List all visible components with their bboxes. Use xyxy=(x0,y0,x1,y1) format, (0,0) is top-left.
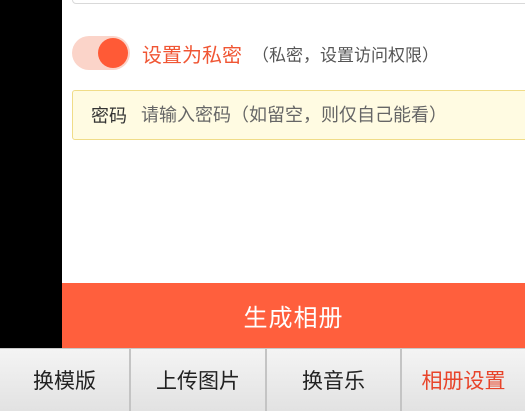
password-input[interactable] xyxy=(141,104,481,126)
privacy-toggle[interactable] xyxy=(72,36,130,70)
password-label: 密码 xyxy=(91,106,127,127)
generate-album-button[interactable]: 生成相册 xyxy=(62,283,525,348)
tab-change-music[interactable]: 换音乐 xyxy=(267,349,402,411)
tab-upload-images[interactable]: 上传图片 xyxy=(131,349,267,411)
bottom-tab-bar: 换模版 上传图片 换音乐 相册设置 xyxy=(0,348,525,411)
title-input-edge[interactable] xyxy=(72,0,525,4)
tab-album-settings[interactable]: 相册设置 xyxy=(402,349,525,411)
privacy-row: 设置为私密 （私密，设置访问权限） xyxy=(72,32,439,74)
toggle-knob xyxy=(98,38,128,68)
password-box: 密码 xyxy=(72,90,525,140)
privacy-label: 设置为私密 xyxy=(142,42,242,67)
tab-change-template[interactable]: 换模版 xyxy=(0,349,131,411)
privacy-hint: （私密，设置访问权限） xyxy=(252,45,439,66)
